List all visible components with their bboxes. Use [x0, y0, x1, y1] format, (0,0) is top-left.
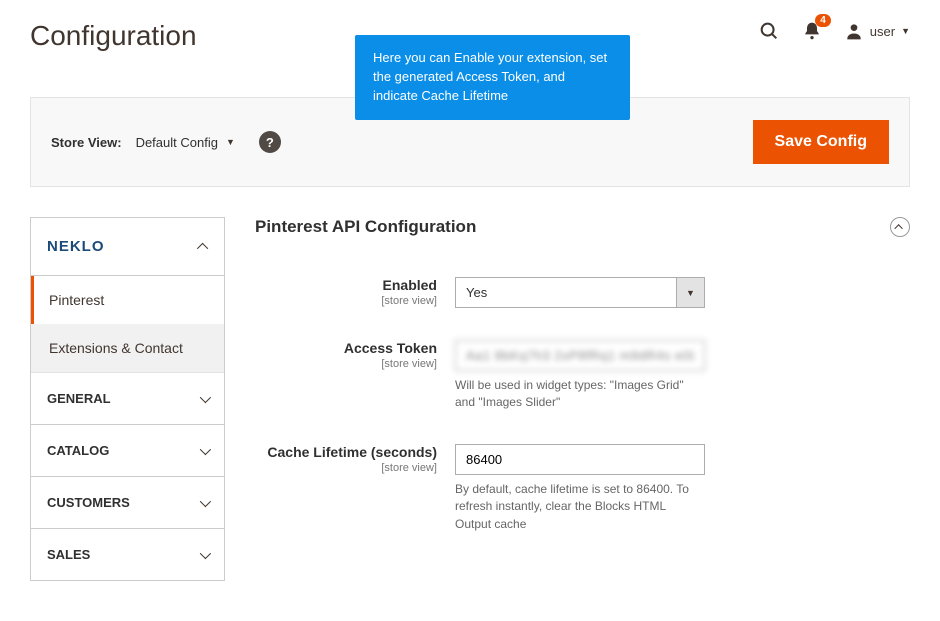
sidebar-tab-label: SALES [47, 547, 90, 562]
access-token-input[interactable] [455, 340, 705, 371]
caret-down-icon: ▼ [901, 26, 910, 36]
neklo-logo: NEKLO [47, 238, 105, 255]
field-scope: [store view] [255, 358, 437, 370]
field-scope: [store view] [255, 295, 437, 307]
field-label-cache-lifetime: Cache Lifetime (seconds) [255, 444, 437, 460]
caret-down-icon: ▼ [686, 288, 695, 298]
sidebar-tab-sales[interactable]: SALES [31, 529, 224, 580]
user-menu[interactable]: user ▼ [844, 21, 910, 41]
select-trigger[interactable]: ▼ [676, 278, 704, 307]
config-sidebar: NEKLO Pinterest Extensions & Contact GEN… [30, 217, 225, 581]
save-config-button[interactable]: Save Config [753, 120, 889, 164]
notifications-icon[interactable]: 4 [802, 21, 822, 41]
chevron-down-icon [200, 547, 211, 558]
user-label: user [870, 24, 895, 39]
sidebar-item-extensions-contact[interactable]: Extensions & Contact [31, 324, 224, 372]
sidebar-tab-general[interactable]: GENERAL [31, 373, 224, 425]
field-label-enabled: Enabled [255, 277, 437, 293]
store-view-label: Store View: [51, 135, 122, 150]
page-title: Configuration [30, 20, 197, 52]
sidebar-item-pinterest[interactable]: Pinterest [31, 276, 224, 324]
enabled-select[interactable]: Yes ▼ [455, 277, 705, 308]
user-icon [844, 21, 864, 41]
field-hint-token: Will be used in widget types: "Images Gr… [455, 377, 705, 412]
help-tooltip: Here you can Enable your extension, set … [355, 35, 630, 120]
sidebar-tab-catalog[interactable]: CATALOG [31, 425, 224, 477]
field-scope: [store view] [255, 462, 437, 474]
chevron-down-icon [200, 495, 211, 506]
field-label-access-token: Access Token [255, 340, 437, 356]
sidebar-tab-customers[interactable]: CUSTOMERS [31, 477, 224, 529]
enabled-value: Yes [456, 278, 676, 307]
sidebar-tab-label: CATALOG [47, 443, 109, 458]
store-view-select[interactable]: Default Config ▼ [136, 135, 235, 150]
chevron-down-icon [200, 443, 211, 454]
sidebar-tab-label: CUSTOMERS [47, 495, 130, 510]
sidebar-panel-neklo[interactable]: NEKLO [31, 218, 224, 276]
field-hint-cache: By default, cache lifetime is set to 864… [455, 481, 705, 533]
caret-down-icon: ▼ [226, 137, 235, 147]
store-view-value: Default Config [136, 135, 218, 150]
notification-badge: 4 [815, 14, 831, 27]
chevron-up-icon [197, 242, 208, 253]
section-title: Pinterest API Configuration [255, 217, 476, 237]
search-icon[interactable] [758, 20, 780, 42]
cache-lifetime-input[interactable] [455, 444, 705, 475]
help-icon[interactable]: ? [259, 131, 281, 153]
chevron-down-icon [200, 391, 211, 402]
section-collapse-button[interactable] [890, 217, 910, 237]
sidebar-tab-label: GENERAL [47, 391, 111, 406]
chevron-up-icon [894, 224, 902, 232]
